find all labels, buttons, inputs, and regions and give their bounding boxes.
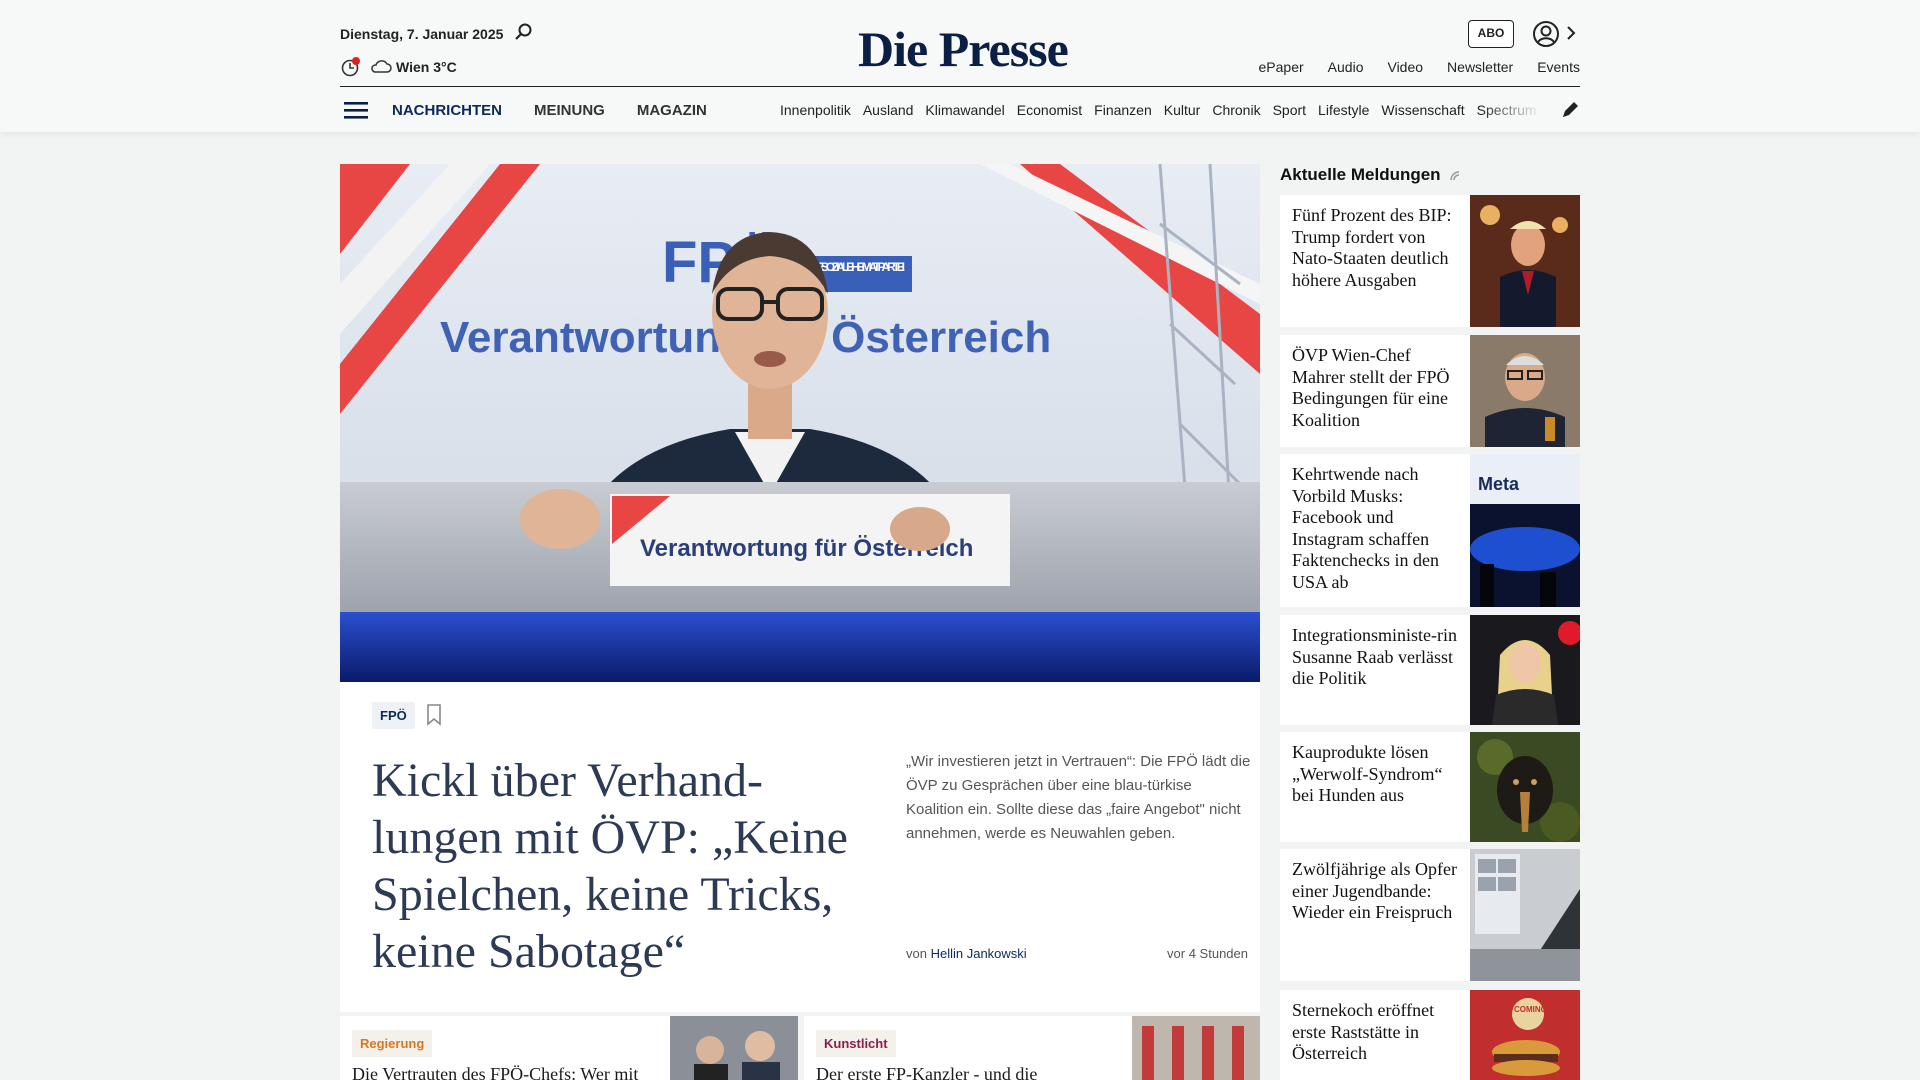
card-image[interactable] [1132, 1016, 1260, 1080]
chevron-right-icon[interactable] [1564, 22, 1578, 44]
banner-party-sub: DIE SOZIALE HEIMATPARTEI [810, 260, 905, 274]
nav-chronik[interactable]: Chronik [1212, 102, 1260, 118]
link-newsletter[interactable]: Newsletter [1447, 59, 1513, 75]
lead-article[interactable]: FPÖ Kickl über Verhand-lungen mit ÖVP: „… [340, 682, 1260, 1012]
news-item-title[interactable]: Integrationsministe-rin Susanne Raab ver… [1292, 625, 1460, 690]
header-divider [340, 86, 1580, 87]
news-item-image[interactable] [1470, 615, 1580, 725]
news-item-title[interactable]: ÖVP Wien-Chef Mahrer stellt der FPÖ Bedi… [1292, 345, 1460, 431]
live-icon [1450, 171, 1460, 181]
coming-soon-text: COMING SOON! [1514, 1005, 1575, 1014]
article-card[interactable]: Regierung Die Vertrauten des FPÖ-Chefs: … [340, 1016, 798, 1080]
news-item-image[interactable] [1470, 195, 1580, 327]
nav-spectrum[interactable]: Spectrum [1477, 102, 1537, 118]
article-byline: von Hellin Jankowski [906, 946, 1027, 961]
menu-icon[interactable] [344, 100, 368, 120]
nav-sport[interactable]: Sport [1273, 102, 1306, 118]
news-item-title[interactable]: Kehrtwende nach Vorbild Musks: Facebook … [1292, 464, 1460, 593]
nav-lifestyle[interactable]: Lifestyle [1318, 102, 1369, 118]
news-item[interactable]: Zwölfjährige als Opfer einer Jugendbande… [1280, 849, 1580, 981]
news-item-title[interactable]: Zwölfjährige als Opfer einer Jugendbande… [1292, 859, 1460, 924]
link-audio[interactable]: Audio [1328, 59, 1364, 75]
site-logo[interactable]: Die Presse [858, 20, 1069, 78]
nav-economist[interactable]: Economist [1017, 102, 1082, 118]
bookmark-icon[interactable] [426, 704, 442, 726]
byline-prefix: von [906, 946, 927, 961]
author-link[interactable]: Hellin Jankowski [931, 946, 1027, 961]
news-item-image[interactable] [1470, 335, 1580, 447]
news-item-image[interactable]: COMING SOON! [1470, 990, 1580, 1080]
nav-finanzen[interactable]: Finanzen [1094, 102, 1152, 118]
weather-label[interactable]: Wien 3°C [396, 59, 457, 75]
lead-image[interactable]: FPÖ DIE SOZIALE HEIMATPARTEI Verantwortu… [340, 164, 1260, 682]
nav-meinung[interactable]: MEINUNG [534, 102, 605, 119]
article-card[interactable]: Kunstlicht Der erste FP-Kanzler - und di… [804, 1016, 1260, 1080]
current-date: Dienstag, 7. Januar 2025 [340, 26, 504, 42]
news-item[interactable]: Kauprodukte lösen „Werwolf-Syndrom“ bei … [1280, 732, 1580, 842]
link-events[interactable]: Events [1537, 59, 1580, 75]
top-links: ePaper Audio Video Newsletter Events [1259, 59, 1580, 75]
user-icon[interactable] [1532, 20, 1560, 48]
section-nav: Innenpolitik Ausland Klimawandel Economi… [780, 102, 1542, 118]
news-item[interactable]: Sternekoch eröffnet erste Raststätte in … [1280, 990, 1580, 1080]
nav-kultur[interactable]: Kultur [1164, 102, 1201, 118]
sidebar-title[interactable]: Aktuelle Meldungen [1280, 165, 1441, 185]
nav-wissenschaft[interactable]: Wissenschaft [1381, 102, 1464, 118]
news-item[interactable]: ÖVP Wien-Chef Mahrer stellt der FPÖ Bedi… [1280, 335, 1580, 447]
pen-icon[interactable] [1560, 100, 1580, 120]
news-item[interactable]: Kehrtwende nach Vorbild Musks: Facebook … [1280, 454, 1580, 607]
article-age: vor 4 Stunden [1167, 946, 1248, 961]
news-item[interactable]: Integrationsministe-rin Susanne Raab ver… [1280, 615, 1580, 725]
news-item-image[interactable] [1470, 849, 1580, 981]
news-item-image[interactable]: Meta [1470, 454, 1580, 607]
notification-icon[interactable] [340, 56, 362, 78]
search-icon[interactable] [514, 22, 534, 42]
article-headline[interactable]: Kickl über Verhand-lungen mit ÖVP: „Kein… [372, 752, 872, 980]
link-video[interactable]: Video [1387, 59, 1423, 75]
site-header: Dienstag, 7. Januar 2025 Wien 3°C Die Pr… [0, 0, 1920, 132]
nav-klimawandel[interactable]: Klimawandel [925, 102, 1004, 118]
nav-magazin[interactable]: MAGAZIN [637, 102, 707, 119]
card-title[interactable]: Der erste FP-Kanzler - und die [816, 1064, 1037, 1080]
meta-logo-text: Meta [1478, 474, 1520, 494]
card-tag[interactable]: Regierung [352, 1030, 433, 1057]
nav-innenpolitik[interactable]: Innenpolitik [780, 102, 851, 118]
link-epaper[interactable]: ePaper [1259, 59, 1304, 75]
cloud-icon [371, 60, 392, 73]
news-item-title[interactable]: Fünf Prozent des BIP: Trump fordert von … [1292, 205, 1460, 291]
press-conference-photo: FPÖ DIE SOZIALE HEIMATPARTEI Verantwortu… [340, 164, 1260, 682]
card-tag[interactable]: Kunstlicht [816, 1030, 896, 1057]
article-teaser: „Wir investieren jetzt in Vertrauen“: Di… [906, 753, 1251, 842]
news-item-title[interactable]: Kauprodukte lösen „Werwolf-Syndrom“ bei … [1292, 742, 1460, 807]
news-item-image[interactable] [1470, 732, 1580, 842]
card-title[interactable]: Die Vertrauten des FPÖ-Chefs: Wer mit [352, 1064, 638, 1080]
nav-ausland[interactable]: Ausland [863, 102, 914, 118]
news-item[interactable]: Fünf Prozent des BIP: Trump fordert von … [1280, 195, 1580, 327]
card-image[interactable] [670, 1016, 798, 1080]
news-item-title[interactable]: Sternekoch eröffnet erste Raststätte in … [1292, 1000, 1460, 1065]
main-nav: NACHRICHTEN MEINUNG MAGAZIN [392, 102, 707, 119]
abo-button[interactable]: ABO [1468, 20, 1514, 48]
nav-nachrichten[interactable]: NACHRICHTEN [392, 102, 502, 119]
article-tag[interactable]: FPÖ [372, 702, 415, 729]
